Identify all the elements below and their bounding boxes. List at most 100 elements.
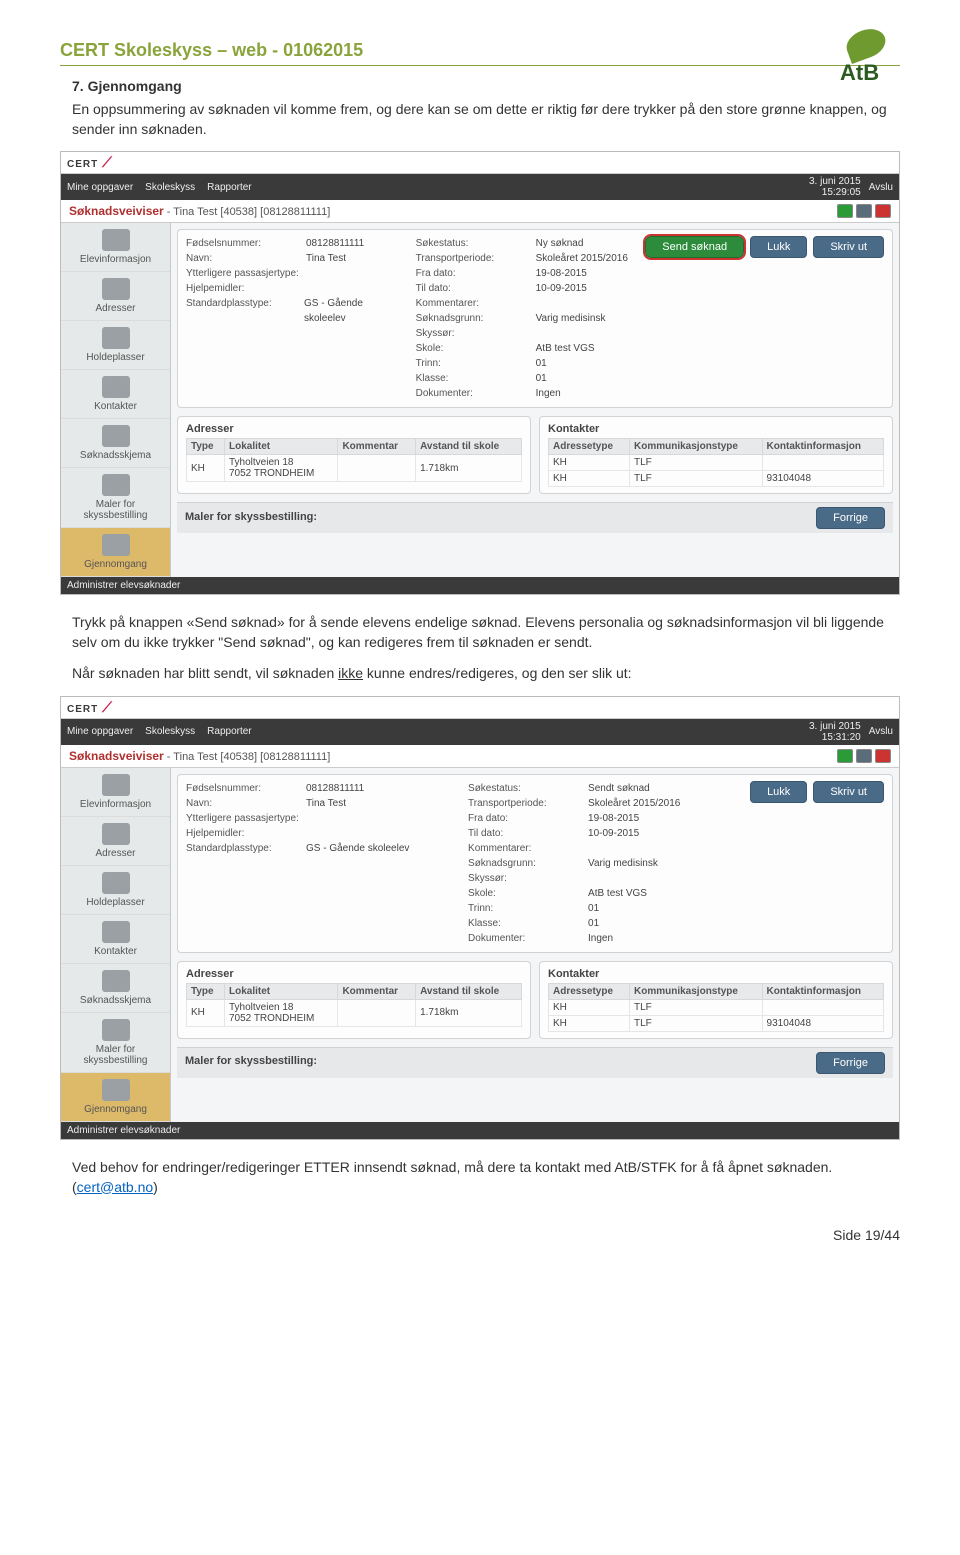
skriv-ut-button[interactable]: Skriv ut bbox=[813, 781, 884, 803]
column-header: Avstand til skole bbox=[416, 439, 522, 455]
win-min-icon[interactable] bbox=[837, 749, 853, 763]
adresser-table: TypeLokalitetKommentarAvstand til skoleK… bbox=[186, 983, 522, 1027]
panel-title: Kontakter bbox=[548, 968, 884, 980]
sidebar-item[interactable]: Gjennomgang bbox=[61, 528, 170, 577]
top-menu-item[interactable]: Rapporter bbox=[207, 182, 251, 193]
top-menu-item[interactable]: Mine oppgaver bbox=[67, 182, 133, 193]
swoosh-icon: ⟋ bbox=[98, 154, 112, 170]
sidebar-icon bbox=[102, 872, 130, 894]
timestamp: 3. juni 2015 15:29:05 bbox=[809, 176, 861, 198]
logout-link[interactable]: Avslu bbox=[869, 726, 893, 737]
send-soknad-button[interactable]: Send søknad bbox=[645, 236, 744, 258]
admin-elevsoknader-bar[interactable]: Administrer elevsøknader bbox=[61, 1122, 899, 1139]
lukk-button[interactable]: Lukk bbox=[750, 236, 807, 258]
topbar-right: 3. juni 2015 15:29:05 Avslu bbox=[809, 176, 893, 198]
field-value: GS - Gående skoleelev bbox=[304, 296, 406, 326]
contact-email-link[interactable]: cert@atb.no bbox=[77, 1179, 153, 1195]
table-row: KHTyholtveien 18 7052 TRONDHEIM1.718km bbox=[187, 455, 522, 482]
field-label: Fødselsnummer: bbox=[186, 236, 306, 251]
top-menu: Mine oppgaver Skoleskyss Rapporter bbox=[67, 726, 264, 737]
window-buttons bbox=[837, 749, 891, 763]
section-heading: 7. Gjennomgang bbox=[60, 78, 900, 94]
adresser-table: TypeLokalitetKommentarAvstand til skoleK… bbox=[186, 438, 522, 482]
sidebar-item[interactable]: Maler for skyssbestilling bbox=[61, 468, 170, 528]
wizard-bar: Søknadsveiviser - Tina Test [40538] [081… bbox=[61, 200, 899, 223]
field-label: Fødselsnummer: bbox=[186, 781, 306, 796]
field-label: Klasse: bbox=[468, 916, 588, 931]
forrige-button[interactable]: Forrige bbox=[816, 1052, 885, 1074]
sidebar-item[interactable]: Gjennomgang bbox=[61, 1073, 170, 1122]
field-value: 01 bbox=[588, 901, 599, 916]
panel-title: Kontakter bbox=[548, 423, 884, 435]
sidebar-item[interactable]: Adresser bbox=[61, 272, 170, 321]
field-value: Sendt søknad bbox=[588, 781, 650, 796]
top-menu-item[interactable]: Skoleskyss bbox=[145, 726, 195, 737]
field-value: 08128811111 bbox=[306, 236, 364, 251]
field-label: Søknadsgrunn: bbox=[468, 856, 588, 871]
sidebar-item[interactable]: Holdeplasser bbox=[61, 321, 170, 370]
cell: KH bbox=[549, 455, 630, 471]
sidebar-item[interactable]: Kontakter bbox=[61, 915, 170, 964]
table-row: KHTLF bbox=[549, 455, 884, 471]
win-max-icon[interactable] bbox=[856, 749, 872, 763]
field-label: Fra dato: bbox=[468, 811, 588, 826]
lukk-button[interactable]: Lukk bbox=[750, 781, 807, 803]
maler-title: Maler for skyssbestilling: bbox=[185, 1055, 317, 1067]
atb-logo: AtB bbox=[840, 30, 900, 85]
table-row: KHTLF93104048 bbox=[549, 1015, 884, 1031]
column-header: Avstand til skole bbox=[416, 983, 522, 999]
logout-link[interactable]: Avslu bbox=[869, 182, 893, 193]
sidebar-icon bbox=[102, 970, 130, 992]
field-value: 01 bbox=[536, 356, 547, 371]
field-value: Tina Test bbox=[306, 251, 346, 266]
sidebar-item[interactable]: Søknadsskjema bbox=[61, 419, 170, 468]
sidebar-item[interactable]: Elevinformasjon bbox=[61, 768, 170, 817]
paragraph-2: Trykk på knappen «Send søknad» for å sen… bbox=[60, 613, 900, 652]
column-header: Kontaktinformasjon bbox=[762, 983, 883, 999]
field-label: Skole: bbox=[468, 886, 588, 901]
sidebar-item[interactable]: Søknadsskjema bbox=[61, 964, 170, 1013]
admin-elevsoknader-bar[interactable]: Administrer elevsøknader bbox=[61, 577, 899, 594]
sidebar-icon bbox=[102, 823, 130, 845]
field-label: Skyssør: bbox=[416, 326, 536, 341]
cell: 1.718km bbox=[416, 455, 522, 482]
cell: TLF bbox=[630, 999, 763, 1015]
maler-title: Maler for skyssbestilling: bbox=[185, 511, 317, 523]
forrige-button[interactable]: Forrige bbox=[816, 507, 885, 529]
swoosh-icon: ⟋ bbox=[98, 699, 112, 715]
top-menu-item[interactable]: Mine oppgaver bbox=[67, 726, 133, 737]
cell: KH bbox=[549, 471, 630, 487]
field-value: AtB test VGS bbox=[536, 341, 595, 356]
field-label: Søkestatus: bbox=[468, 781, 588, 796]
sidebar-item[interactable]: Holdeplasser bbox=[61, 866, 170, 915]
cert-text: CERT bbox=[67, 159, 98, 170]
field-label: Trinn: bbox=[468, 901, 588, 916]
panel-title: Adresser bbox=[186, 423, 522, 435]
win-close-icon[interactable] bbox=[875, 204, 891, 218]
field-label: Hjelpemidler: bbox=[186, 281, 306, 296]
field-value: 08128811111 bbox=[306, 781, 364, 796]
cell: 93104048 bbox=[762, 1015, 883, 1031]
top-menu-item[interactable]: Skoleskyss bbox=[145, 182, 195, 193]
timestamp: 3. juni 2015 15:31:20 bbox=[809, 721, 861, 743]
win-min-icon[interactable] bbox=[837, 204, 853, 218]
sidebar-item-label: Adresser bbox=[63, 303, 168, 314]
field-label: Fra dato: bbox=[416, 266, 536, 281]
cell: 1.718km bbox=[416, 999, 522, 1026]
column-header: Lokalitet bbox=[224, 983, 337, 999]
sidebar-item[interactable]: Maler for skyssbestilling bbox=[61, 1013, 170, 1073]
topbar: Mine oppgaver Skoleskyss Rapporter 3. juni … bbox=[61, 174, 899, 200]
sidebar-item-label: Gjennomgang bbox=[63, 1104, 168, 1115]
sidebar-icon bbox=[102, 327, 130, 349]
field-label: Til dato: bbox=[416, 281, 536, 296]
sidebar-icon bbox=[102, 474, 130, 496]
sidebar-item[interactable]: Kontakter bbox=[61, 370, 170, 419]
sidebar-item[interactable]: Elevinformasjon bbox=[61, 223, 170, 272]
skriv-ut-button[interactable]: Skriv ut bbox=[813, 236, 884, 258]
win-close-icon[interactable] bbox=[875, 749, 891, 763]
field-label: Dokumenter: bbox=[468, 931, 588, 946]
sidebar-icon bbox=[102, 278, 130, 300]
top-menu-item[interactable]: Rapporter bbox=[207, 726, 251, 737]
sidebar-item[interactable]: Adresser bbox=[61, 817, 170, 866]
win-max-icon[interactable] bbox=[856, 204, 872, 218]
